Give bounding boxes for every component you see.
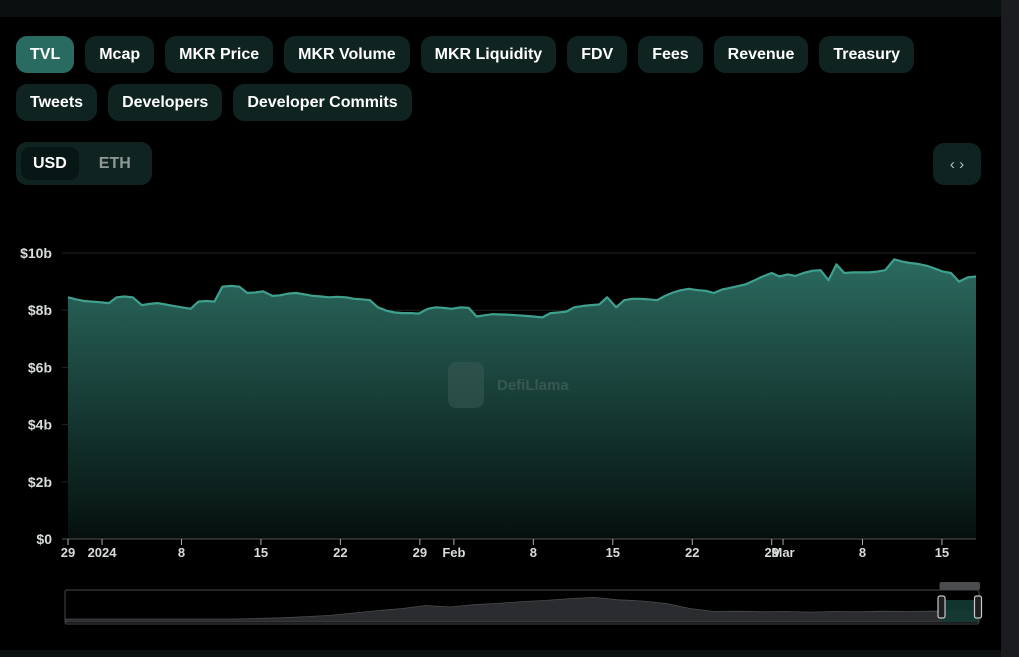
brush-right-handle[interactable] — [973, 595, 983, 619]
x-tick-label: Mar — [771, 545, 794, 560]
x-tick-label: Feb — [442, 545, 465, 560]
x-tick-label: 22 — [333, 545, 347, 560]
x-tick-label: 15 — [606, 545, 620, 560]
x-tick-label: 29 — [61, 545, 75, 560]
brush-overview-area — [65, 596, 979, 623]
brush-selection[interactable] — [941, 600, 978, 622]
x-tick-label: 15 — [935, 545, 949, 560]
x-tick-label: 8 — [178, 545, 185, 560]
y-tick-label: $8b — [28, 302, 52, 318]
x-tick-label: 15 — [254, 545, 268, 560]
y-tick-label: $10b — [20, 245, 52, 261]
defillama-logo-icon — [448, 362, 484, 408]
tvl-chart: $0 $2b $4b $6b $8b $10b DefiLlama 29 2024 8 15 22… — [20, 245, 983, 625]
y-tick-label: $2b — [28, 474, 52, 490]
y-tick-label: $4b — [28, 417, 52, 433]
x-tick-label: 8 — [859, 545, 866, 560]
range-brush[interactable] — [64, 582, 983, 625]
watermark-text: DefiLlama — [497, 377, 569, 394]
x-tick-label: 22 — [685, 545, 699, 560]
y-tick-label: $6b — [28, 359, 52, 375]
y-tick-label: $0 — [36, 531, 52, 547]
x-tick-label: 29 — [413, 545, 427, 560]
brush-move-handle[interactable] — [939, 582, 980, 590]
x-tick-label: 8 — [530, 545, 537, 560]
brush-left-handle[interactable] — [937, 595, 946, 619]
x-tick-label: 2024 — [88, 545, 118, 560]
